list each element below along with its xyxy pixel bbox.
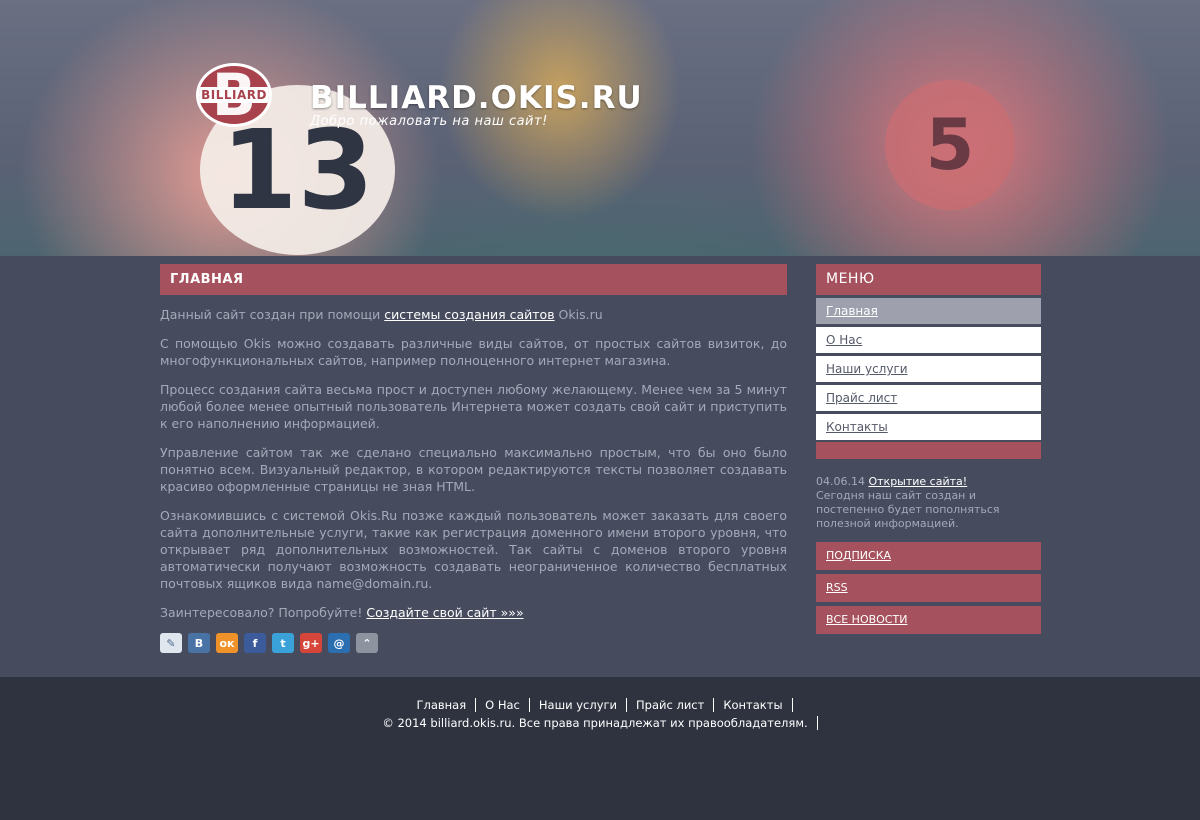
billiard-ball-5-image: 5	[885, 80, 1015, 210]
menu-item-services[interactable]: Наши услуги	[816, 356, 1041, 382]
menu-item-price-list[interactable]: Прайс лист	[816, 385, 1041, 411]
ball-number-5: 5	[925, 104, 975, 186]
site-header: 13 5 B BILLIARD BILLIARD.OKIS.RU Добро п…	[0, 0, 1200, 256]
google-plus-icon[interactable]: g+	[300, 633, 322, 653]
odnoklassniki-icon[interactable]: ок	[216, 633, 238, 653]
news-text: Сегодня наш сайт создан и постепенно буд…	[816, 489, 1000, 530]
paragraph-5: Ознакомившись с системой Okis.Ru позже к…	[160, 508, 787, 591]
menu-item-about[interactable]: О Нас	[816, 327, 1041, 353]
all-news-button[interactable]: ВСЕ НОВОСТИ	[816, 606, 1041, 634]
page-title: ГЛАВНАЯ	[160, 264, 787, 295]
site-title[interactable]: BILLIARD.OKIS.RU	[310, 80, 643, 116]
menu-bottom-bar	[816, 442, 1041, 459]
subscribe-button[interactable]: ПОДПИСКА	[816, 542, 1041, 570]
main-content: ГЛАВНАЯ Данный сайт создан при помощи си…	[160, 264, 787, 653]
footer-link-home[interactable]: Главная	[407, 698, 477, 712]
footer-nav: Главная О Нас Наши услуги Прайс лист Контакт…	[0, 698, 1200, 712]
content-wrapper: ГЛАВНАЯ Данный сайт создан при помощи си…	[0, 256, 1200, 677]
news-title-link[interactable]: Открытие сайта!	[868, 475, 967, 488]
news-item: 04.06.14 Открытие сайта! Сегодня наш сай…	[816, 475, 1041, 531]
facebook-icon[interactable]: f	[244, 633, 266, 653]
menu-title: МЕНЮ	[816, 264, 1041, 295]
footer-link-price-list[interactable]: Прайс лист	[627, 698, 715, 712]
footer-link-services[interactable]: Наши услуги	[529, 698, 628, 712]
site-slogan: Добро пожаловать на наш сайт!	[310, 114, 548, 129]
paragraph-2: С помощью Okis можно создавать различные…	[160, 336, 787, 368]
logo-text: BILLIARD	[199, 87, 269, 103]
livejournal-icon[interactable]: ✎	[160, 633, 182, 653]
paragraph-4: Управление сайтом так же сделано специал…	[160, 445, 787, 494]
menu-item-home[interactable]: Главная	[816, 298, 1041, 324]
intro-text-before: Данный сайт создан при помощи	[160, 307, 385, 322]
site-footer: Главная О Нас Наши услуги Прайс лист Контакт…	[0, 677, 1200, 820]
paragraph-cta: Заинтересовало? Попробуйте! Создайте сво…	[160, 604, 787, 621]
news-date: 04.06.14	[816, 475, 865, 488]
rss-button[interactable]: RSS	[816, 574, 1041, 602]
sidebar: МЕНЮ Главная О Нас Наши услуги Прайс лис…	[816, 264, 1041, 634]
footer-link-contacts[interactable]: Контакты	[714, 698, 793, 712]
copyright: © 2014 billiard.okis.ru. Все права прина…	[0, 716, 1200, 730]
vkontakte-icon[interactable]: В	[188, 633, 210, 653]
twitter-icon[interactable]: t	[272, 633, 294, 653]
site-logo[interactable]: B BILLIARD	[196, 63, 272, 127]
more-share-icon[interactable]: ⌃	[356, 633, 378, 653]
paragraph-3: Процесс создания сайта весьма прост и до…	[160, 382, 787, 431]
social-share-bar: ✎ Вок f t g+ @ ⌃	[160, 633, 787, 653]
cta-text: Заинтересовало? Попробуйте!	[160, 605, 367, 620]
site-builder-link[interactable]: системы создания сайтов	[384, 307, 554, 322]
paragraph-intro: Данный сайт создан при помощи системы со…	[160, 306, 787, 323]
create-site-link[interactable]: Создайте свой сайт »»»	[366, 605, 523, 620]
copyright-text: © 2014 billiard.okis.ru. Все права прина…	[382, 716, 818, 730]
menu-item-contacts[interactable]: Контакты	[816, 414, 1041, 440]
intro-text-after: Okis.ru	[554, 307, 603, 322]
mail-ru-icon[interactable]: @	[328, 633, 350, 653]
footer-link-about[interactable]: О Нас	[476, 698, 530, 712]
